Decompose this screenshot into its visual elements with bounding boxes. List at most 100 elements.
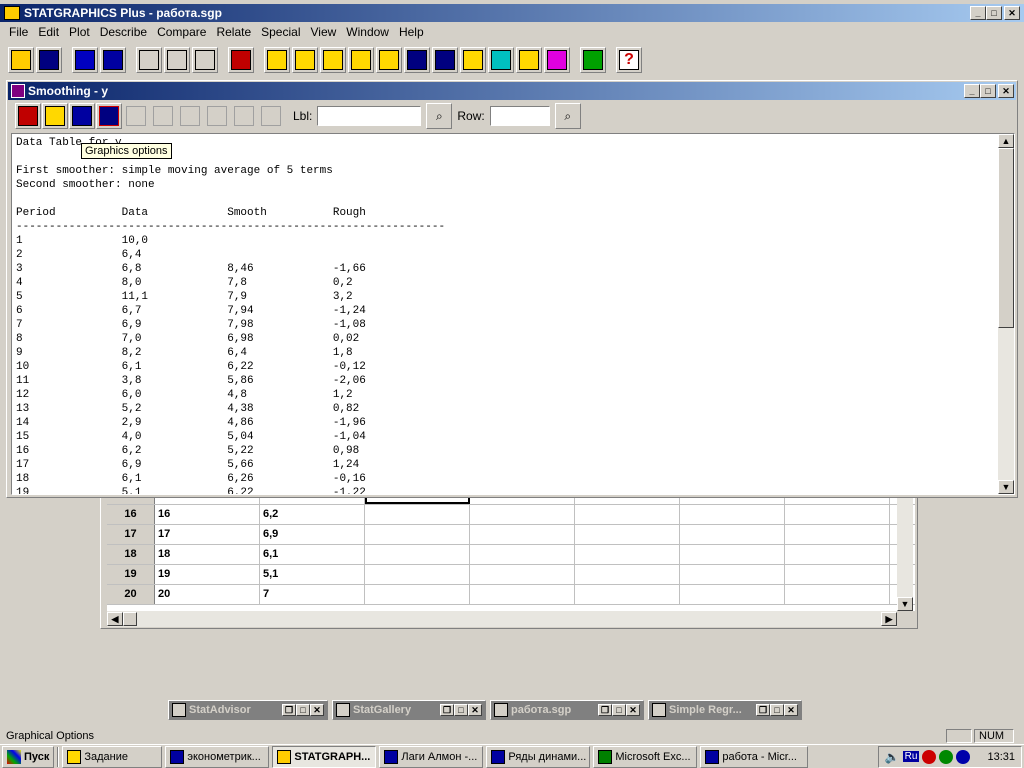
spreadsheet-cell[interactable]: [470, 585, 575, 604]
spreadsheet-cell[interactable]: [575, 505, 680, 524]
binoculars-icon[interactable]: ⌕: [426, 103, 453, 129]
scroll-down-icon[interactable]: ▼: [998, 480, 1014, 494]
spreadsheet-cell[interactable]: 16: [155, 505, 260, 524]
line-chart-icon[interactable]: [460, 47, 486, 73]
paste-icon[interactable]: [192, 47, 218, 73]
spreadsheet-grid[interactable]: 1515416166,217176,918186,119195,120207: [107, 485, 915, 611]
spreadsheet-cell[interactable]: [785, 545, 890, 564]
spreadsheet-cell[interactable]: [575, 565, 680, 584]
maximize-button[interactable]: □: [770, 704, 784, 716]
spreadsheet-cell[interactable]: [680, 545, 785, 564]
window-maximize-button[interactable]: □: [980, 84, 996, 98]
spreadsheet-cell[interactable]: 5,1: [260, 565, 365, 584]
restore-button[interactable]: ❐: [440, 704, 454, 716]
taskbar-button[interactable]: работа - Micr...: [700, 745, 809, 768]
tray-app-icon[interactable]: [939, 749, 954, 764]
scroll-down-icon[interactable]: ▼: [897, 597, 913, 611]
spreadsheet-row[interactable]: 20 20 7: [107, 585, 915, 605]
minimized-window[interactable]: StatGallery ❐ □ ✕: [332, 700, 486, 720]
report-vscrollbar[interactable]: ▲ ▼: [998, 134, 1014, 494]
spreadsheet-cell[interactable]: [680, 505, 785, 524]
spreadsheet-cell[interactable]: 6,1: [260, 545, 365, 564]
menu-item-relate[interactable]: Relate: [211, 25, 256, 39]
scroll-right-icon[interactable]: ▶: [881, 612, 897, 626]
copy-icon[interactable]: [164, 47, 190, 73]
matrix-plot-icon[interactable]: [376, 47, 402, 73]
menu-item-compare[interactable]: Compare: [152, 25, 211, 39]
menu-item-special[interactable]: Special: [256, 25, 305, 39]
spreadsheet-cell[interactable]: [785, 585, 890, 604]
close-button[interactable]: ✕: [468, 704, 482, 716]
scroll-thumb[interactable]: [123, 612, 137, 626]
input-dialog-icon[interactable]: [15, 103, 41, 129]
cut-icon[interactable]: [136, 47, 162, 73]
restore-button[interactable]: ❐: [598, 704, 612, 716]
report-pane[interactable]: Data Table for y First smoother: simple …: [11, 133, 1015, 495]
language-indicator[interactable]: Ru: [902, 751, 920, 762]
maximize-button[interactable]: □: [986, 6, 1002, 20]
window-close-button[interactable]: ✕: [998, 84, 1014, 98]
time-series-icon[interactable]: [404, 47, 430, 73]
spreadsheet-cell[interactable]: [470, 505, 575, 524]
close-button[interactable]: ✕: [784, 704, 798, 716]
close-button[interactable]: ✕: [1004, 6, 1020, 20]
open-icon[interactable]: [8, 47, 34, 73]
spreadsheet-cell[interactable]: [470, 545, 575, 564]
taskbar-button[interactable]: Задание: [62, 745, 163, 768]
spreadsheet-cell[interactable]: [785, 525, 890, 544]
window-minimize-button[interactable]: _: [964, 84, 980, 98]
spreadsheet-cell[interactable]: 17: [155, 525, 260, 544]
spreadsheet-cell[interactable]: [575, 525, 680, 544]
spreadsheet-cell[interactable]: [470, 565, 575, 584]
lbl-input[interactable]: [317, 106, 422, 126]
scroll-left-icon[interactable]: ◀: [107, 612, 123, 626]
spreadsheet-cell[interactable]: 18: [155, 545, 260, 564]
close-button[interactable]: ✕: [626, 704, 640, 716]
statgraphics-app-icon[interactable]: [4, 6, 20, 20]
boxplot-icon[interactable]: [292, 47, 318, 73]
menu-item-plot[interactable]: Plot: [64, 25, 95, 39]
tray-app-icon[interactable]: [922, 749, 937, 764]
scatterplot-icon[interactable]: [264, 47, 290, 73]
scroll-up-icon[interactable]: ▲: [998, 134, 1014, 148]
normal-dist-icon[interactable]: [432, 47, 458, 73]
spreadsheet-hscrollbar[interactable]: ◀ ▶: [107, 611, 897, 627]
taskbar-button[interactable]: STATGRAPH...: [272, 745, 377, 768]
spreadsheet-row[interactable]: 19 19 5,1: [107, 565, 915, 585]
menu-item-help[interactable]: Help: [394, 25, 429, 39]
restore-button[interactable]: ❐: [756, 704, 770, 716]
spreadsheet-cell[interactable]: [365, 505, 470, 524]
spreadsheet-cell[interactable]: [365, 525, 470, 544]
minimized-window[interactable]: работа.sgp ❐ □ ✕: [490, 700, 644, 720]
spreadsheet-cell[interactable]: [575, 545, 680, 564]
tabular-options-icon[interactable]: [42, 103, 68, 129]
restore-button[interactable]: ❐: [282, 704, 296, 716]
window-icon[interactable]: [11, 84, 25, 98]
start-button[interactable]: Пуск: [2, 745, 55, 768]
spreadsheet-cell[interactable]: 7: [260, 585, 365, 604]
taskbar-button[interactable]: Microsoft Exc...: [593, 745, 698, 768]
xy-plot-icon[interactable]: [348, 47, 374, 73]
graphics-options-icon[interactable]: [69, 103, 95, 129]
scroll-thumb[interactable]: [998, 148, 1014, 328]
maximize-button[interactable]: □: [454, 704, 468, 716]
spreadsheet-row[interactable]: 16 16 6,2: [107, 505, 915, 525]
taskbar-button[interactable]: Лаги Алмон -...: [379, 745, 484, 768]
tray-app-icon[interactable]: [956, 749, 971, 764]
spreadsheet-cell[interactable]: [680, 585, 785, 604]
menu-item-window[interactable]: Window: [341, 25, 394, 39]
spreadsheet-cell[interactable]: [785, 505, 890, 524]
binoculars-icon[interactable]: ⌕: [554, 103, 581, 129]
bar-icon[interactable]: [516, 47, 542, 73]
minimized-window[interactable]: StatAdvisor ❐ □ ✕: [168, 700, 328, 720]
taskbar-button[interactable]: эконометрик...: [165, 745, 270, 768]
calculator-icon[interactable]: [72, 47, 98, 73]
save-results-icon[interactable]: [96, 103, 122, 129]
menu-item-view[interactable]: View: [305, 25, 341, 39]
spreadsheet-cell[interactable]: 6,9: [260, 525, 365, 544]
spreadsheet-row[interactable]: 17 17 6,9: [107, 525, 915, 545]
row-input[interactable]: [489, 106, 550, 126]
grid-icon[interactable]: [544, 47, 570, 73]
statadvisor-icon[interactable]: [580, 47, 606, 73]
spreadsheet-cell[interactable]: [680, 565, 785, 584]
